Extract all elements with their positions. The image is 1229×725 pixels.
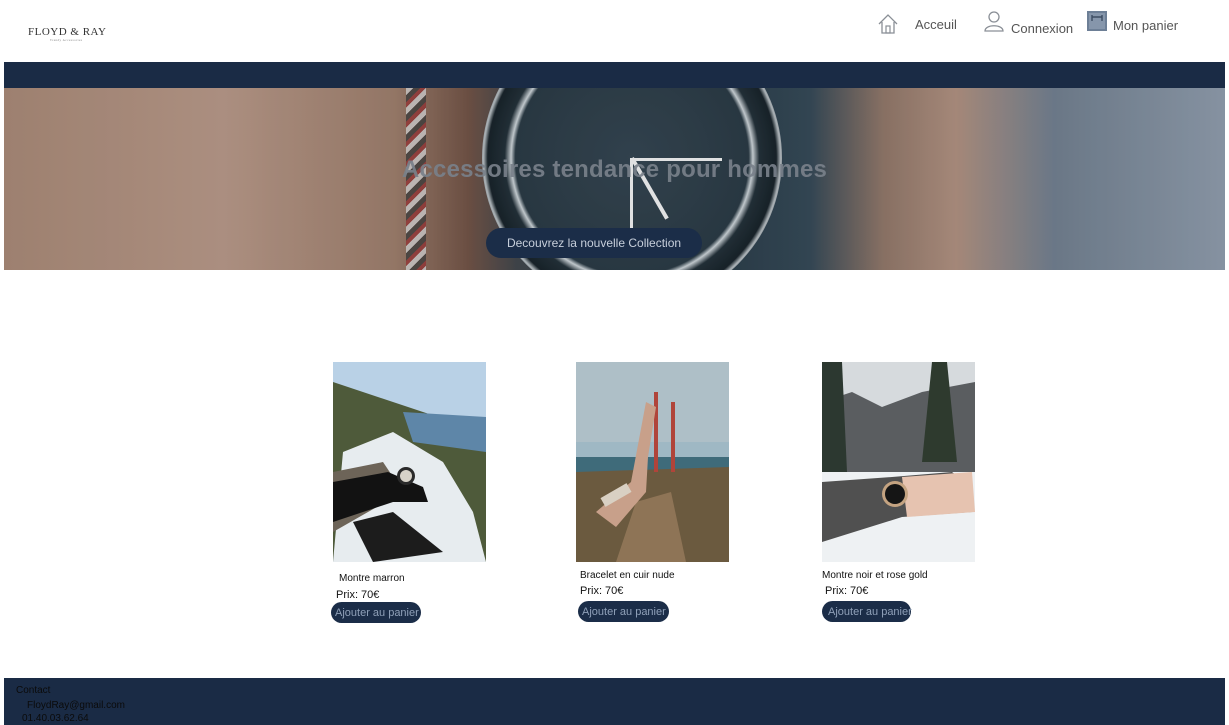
nav-cart-label: Mon panier: [1113, 18, 1179, 33]
product-name: Bracelet en cuir nude: [580, 570, 675, 581]
logo-tagline: Trendy Accessories: [50, 38, 83, 42]
home-icon: [877, 13, 899, 35]
product-price: Prix: 70€: [825, 585, 869, 597]
product-image[interactable]: [333, 362, 486, 562]
product-price: Prix: 70€: [580, 585, 624, 597]
footer-email[interactable]: FloydRay@gmail.com: [27, 700, 125, 711]
nav-login-label: Connexion: [1011, 21, 1074, 36]
add-to-cart-button[interactable]: Ajouter au panier: [331, 602, 421, 623]
product-image[interactable]: [822, 362, 975, 562]
page: FLOYD & RAY Trendy Accessories Acceuil C…: [4, 0, 1225, 725]
user-icon: [983, 10, 1005, 32]
add-to-cart-button[interactable]: Ajouter au panier: [578, 601, 669, 622]
product-image[interactable]: [576, 362, 729, 562]
site-footer: Contact FloydRay@gmail.com 01.40.03.62.6…: [4, 678, 1225, 725]
nav-home-label: Acceuil: [915, 16, 957, 32]
logo-text: FLOYD & RAY: [28, 26, 107, 38]
site-header: FLOYD & RAY Trendy Accessories Acceuil C…: [4, 0, 1225, 62]
nav-bar: [4, 62, 1225, 88]
nav-login[interactable]: Connexion: [983, 10, 1074, 36]
discover-collection-button[interactable]: Decouvrez la nouvelle Collection: [486, 228, 702, 258]
add-to-cart-button[interactable]: Ajouter au panier: [822, 601, 912, 622]
hero-banner: Accessoires tendance pour hommes Decouvr…: [4, 88, 1225, 270]
cart-icon: [1087, 10, 1107, 31]
brand-logo[interactable]: FLOYD & RAY Trendy Accessories: [28, 26, 107, 42]
hero-title: Accessoires tendance pour hommes: [401, 156, 828, 183]
product-price: Prix: 70€: [336, 589, 380, 601]
nav-home[interactable]: Acceuil: [877, 13, 957, 35]
footer-phone: 01.40.03.62.64: [22, 713, 89, 724]
footer-contact-heading: Contact: [16, 685, 51, 696]
product-name: Montre marron: [339, 573, 405, 584]
product-name: Montre noir et rose gold: [822, 570, 928, 581]
nav-cart[interactable]: Mon panier: [1087, 10, 1179, 33]
